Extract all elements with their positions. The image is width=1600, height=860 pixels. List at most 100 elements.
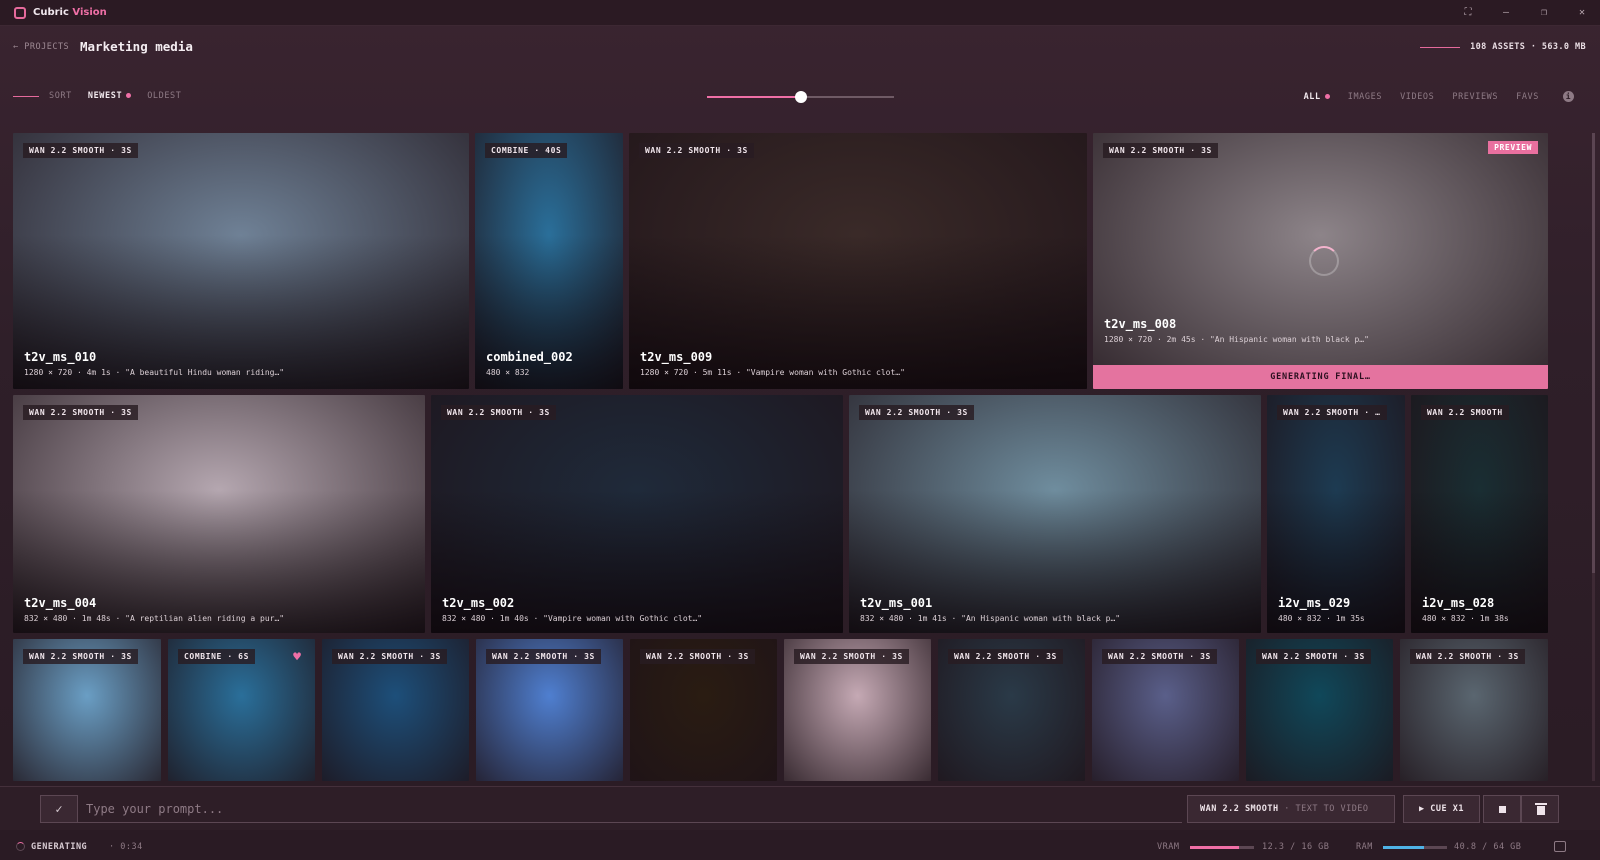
asset-name: i2v_ms_029 [1278,596,1351,610]
model-badge: WAN 2.2 SMOOTH · 3S [1256,649,1371,664]
scrollbar-thumb[interactable] [1592,133,1595,573]
asset-name: t2v_ms_001 [860,596,933,610]
asset-meta: 1280 × 720 · 4m 1s · "A beautiful Hindu … [24,368,285,377]
elapsed-time: · 0:34 [109,842,143,852]
status-spinner-icon [16,842,25,851]
vram-label: VRAM [1157,842,1180,852]
thumbnail-size-slider[interactable] [707,91,894,103]
asset-name: t2v_ms_008 [1104,317,1177,331]
asset-tile[interactable]: WAN 2.2 SMOOTH · 3S t2v_ms_002 832 × 480… [431,395,843,633]
filter-videos[interactable]: VIDEOS [1400,92,1434,102]
model-badge: WAN 2.2 SMOOTH · 3S [640,649,755,664]
model-badge: WAN 2.2 SMOOTH [1421,405,1509,420]
trash-icon [1535,803,1547,805]
asset-tile[interactable]: WAN 2.2 SMOOTH · 3S [476,639,623,781]
back-to-projects-link[interactable]: ← PROJECTS [13,42,69,52]
asset-meta: 1280 × 720 · 5m 11s · "Vampire woman wit… [640,368,905,377]
asset-tile[interactable]: WAN 2.2 SMOOTH i2v_ms_028 480 × 832 · 1m… [1411,395,1548,633]
model-badge: WAN 2.2 SMOOTH · 3S [948,649,1063,664]
filter-favs[interactable]: FAVS [1516,92,1539,102]
queue-button[interactable]: ▶ CUE X1 [1403,795,1480,823]
app-title: Cubric Vision [33,7,107,18]
asset-meta: 480 × 832 · 1m 35s [1278,614,1365,623]
info-icon[interactable]: i [1563,91,1574,102]
terminal-icon[interactable] [1554,841,1566,852]
summary-divider [1420,46,1461,48]
asset-tile[interactable]: COMBINE · 6S ♥ [168,639,315,781]
prompt-input[interactable] [78,795,1182,823]
asset-tile[interactable]: WAN 2.2 SMOOTH · 3S t2v_ms_010 1280 × 72… [13,133,469,389]
model-badge: COMBINE · 6S [178,649,255,664]
model-badge: WAN 2.2 SMOOTH · 3S [1410,649,1525,664]
ram-meter [1383,846,1447,849]
asset-meta: 1280 × 720 · 2m 45s · "An Hispanic woman… [1104,335,1369,344]
delete-button[interactable] [1521,795,1559,823]
asset-meta: 832 × 480 · 1m 41s · "An Hispanic woman … [860,614,1121,623]
filter-previews[interactable]: PREVIEWS [1452,92,1498,102]
model-badge: WAN 2.2 SMOOTH · 3S [859,405,974,420]
asset-tile[interactable]: WAN 2.2 SMOOTH · 3S [1246,639,1393,781]
title-bar: Cubric Vision ⛶ – ❐ ✕ [0,0,1600,26]
model-badge: WAN 2.2 SMOOTH · 3S [23,649,138,664]
stop-icon [1499,806,1506,813]
filter-all[interactable]: ALL [1304,92,1330,102]
grid-scrollbar[interactable] [1592,133,1595,781]
model-badge: WAN 2.2 SMOOTH · 3S [1103,143,1218,158]
model-badge: WAN 2.2 SMOOTH · 3S [1102,649,1217,664]
asset-tile-generating[interactable]: WAN 2.2 SMOOTH · 3S PREVIEW t2v_ms_008 1… [1093,133,1548,389]
app-logo-icon [14,6,26,19]
fullscreen-icon[interactable]: ⛶ [1462,7,1474,19]
asset-name: i2v_ms_028 [1422,596,1495,610]
model-badge: COMBINE · 40S [485,143,568,158]
filter-images[interactable]: IMAGES [1348,92,1382,102]
asset-tile[interactable]: WAN 2.2 SMOOTH · 3S [630,639,777,781]
model-mode: · TEXT TO VIDEO [1284,804,1369,814]
model-badge: WAN 2.2 SMOOTH · 3S [332,649,447,664]
sort-oldest[interactable]: OLDEST [147,91,181,101]
asset-tile[interactable]: WAN 2.2 SMOOTH · 3S [938,639,1085,781]
asset-meta: 480 × 832 · 1m 38s [1422,614,1509,623]
asset-tile[interactable]: WAN 2.2 SMOOTH · … i2v_ms_029 480 × 832 … [1267,395,1405,633]
filter-group: ALL IMAGES VIDEOS PREVIEWS FAVS i [1304,91,1574,102]
asset-tile[interactable]: WAN 2.2 SMOOTH · 3S t2v_ms_001 832 × 480… [849,395,1261,633]
model-badge: WAN 2.2 SMOOTH · 3S [441,405,556,420]
restore-icon[interactable]: ❐ [1538,7,1550,19]
model-badge: WAN 2.2 SMOOTH · 3S [486,649,601,664]
model-badge: WAN 2.2 SMOOTH · 3S [23,405,138,420]
model-badge: WAN 2.2 SMOOTH · 3S [639,143,754,158]
active-dot-icon [126,93,132,98]
model-name: WAN 2.2 SMOOTH [1200,804,1279,814]
preview-tag: PREVIEW [1488,141,1538,154]
asset-tile[interactable]: WAN 2.2 SMOOTH · 3S [322,639,469,781]
model-badge: WAN 2.2 SMOOTH · 3S [23,143,138,158]
asset-summary: 108 ASSETS · 563.0 MB [1420,42,1586,52]
asset-name: t2v_ms_002 [442,596,515,610]
asset-tile[interactable]: WAN 2.2 SMOOTH · 3S t2v_ms_004 832 × 480… [13,395,425,633]
minimize-icon[interactable]: – [1500,7,1512,19]
asset-tile[interactable]: WAN 2.2 SMOOTH · 3S [1092,639,1239,781]
generation-status: GENERATING [31,842,88,852]
asset-summary-text: 108 ASSETS · 563.0 MB [1470,42,1586,52]
asset-tile[interactable]: WAN 2.2 SMOOTH · 3S [784,639,931,781]
sort-divider [13,95,39,97]
asset-tile[interactable]: WAN 2.2 SMOOTH · 3S [13,639,161,781]
model-select[interactable]: WAN 2.2 SMOOTH · TEXT TO VIDEO [1187,795,1395,823]
asset-grid: WAN 2.2 SMOOTH · 3S t2v_ms_010 1280 × 72… [13,133,1580,781]
asset-tile[interactable]: WAN 2.2 SMOOTH · 3S [1400,639,1548,781]
ram-meter-fill [1383,846,1424,849]
asset-tile[interactable]: COMBINE · 40S combined_002 480 × 832 [475,133,623,389]
ram-label: RAM [1356,842,1373,852]
confirm-check-button[interactable]: ✓ [40,795,78,823]
slider-thumb[interactable] [794,91,807,103]
status-bar: GENERATING · 0:34 VRAM 12.3 / 16 GB RAM … [0,836,1600,858]
model-badge: WAN 2.2 SMOOTH · 3S [794,649,909,664]
sort-label: SORT [49,91,72,101]
sort-newest[interactable]: NEWEST [88,91,132,101]
loading-spinner-icon [1309,246,1339,276]
favorite-heart-icon[interactable]: ♥ [293,651,301,664]
active-dot-icon [1324,93,1330,99]
close-icon[interactable]: ✕ [1576,7,1588,19]
asset-tile[interactable]: WAN 2.2 SMOOTH · 3S t2v_ms_009 1280 × 72… [629,133,1087,389]
stop-button[interactable] [1483,795,1521,823]
vram-meter [1190,846,1254,849]
